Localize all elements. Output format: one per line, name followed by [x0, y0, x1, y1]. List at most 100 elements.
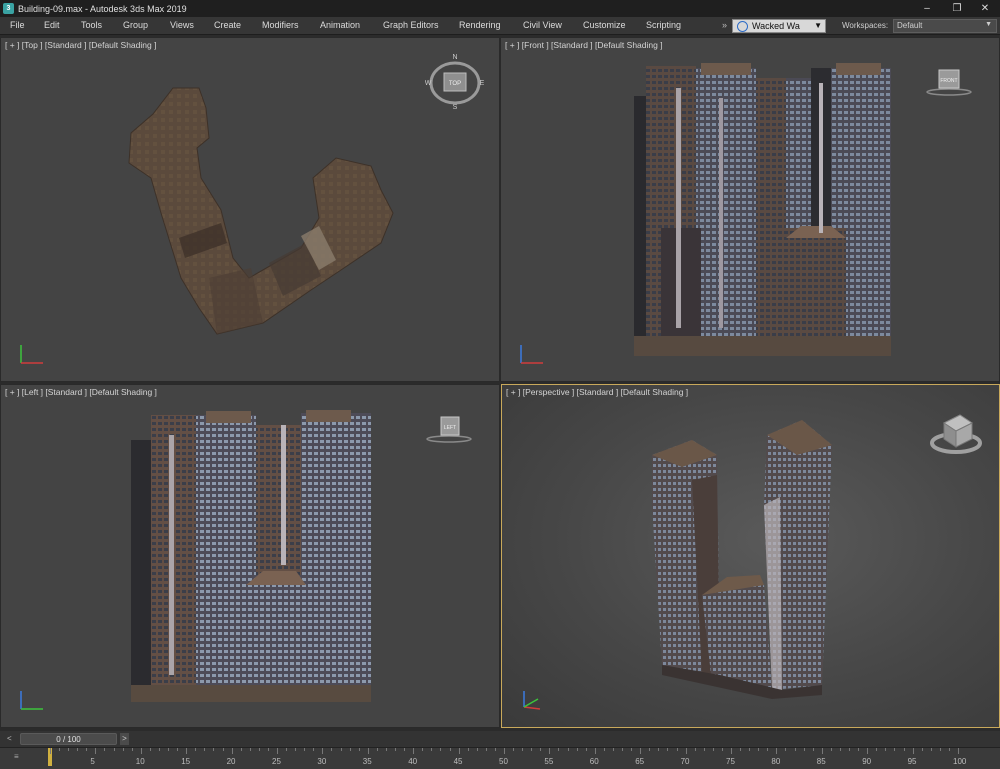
track-tick: [531, 748, 533, 751]
track-tick-label: 15: [181, 757, 191, 766]
track-tick: [258, 748, 260, 751]
track-tick: [358, 748, 360, 751]
track-tick: [576, 748, 578, 751]
maximize-button[interactable]: ❐: [942, 0, 972, 17]
viewport-left[interactable]: [ + ] [Left ] [Standard ] [Default Shadi…: [0, 384, 500, 728]
menu-overflow-icon[interactable]: »: [722, 20, 727, 30]
track-tick: [558, 748, 560, 751]
viewcube-left[interactable]: LEFT: [425, 413, 475, 447]
menu-modifiers[interactable]: Modifiers: [262, 20, 299, 30]
axis-gizmo-icon: [520, 345, 543, 364]
track-tick: [667, 748, 669, 751]
axis-gizmo-icon: [20, 345, 43, 364]
track-tick: [522, 748, 524, 751]
track-tick: [685, 748, 687, 754]
track-tick: [721, 748, 723, 751]
perspective-view-building: [652, 420, 832, 699]
viewport-front[interactable]: [ + ] [Front ] [Standard ] [Default Shad…: [500, 37, 1000, 382]
track-tick: [731, 748, 732, 754]
track-tick: [249, 748, 251, 751]
window-title: Building-09.max - Autodesk 3ds Max 2019: [18, 3, 187, 14]
workspaces-dropdown[interactable]: Default ▼: [893, 19, 997, 33]
user-name: Wacked Wa: [752, 21, 800, 31]
menu-group[interactable]: Group: [123, 20, 148, 30]
workspaces-value: Default: [897, 21, 923, 30]
menu-file[interactable]: File: [10, 20, 25, 30]
viewcube-top-label: TOP: [449, 81, 461, 87]
track-tick: [313, 748, 315, 751]
track-tick: [585, 748, 587, 751]
track-tick: [68, 748, 70, 751]
track-tick: [513, 748, 515, 751]
title-bar: 3 Building-09.max - Autodesk 3ds Max 201…: [0, 0, 1000, 17]
track-tick: [785, 748, 787, 751]
track-tick-label: 20: [226, 757, 236, 766]
track-tick: [140, 748, 142, 754]
track-tick: [676, 748, 678, 751]
menu-tools[interactable]: Tools: [81, 20, 102, 30]
chevron-down-icon: ▼: [814, 21, 822, 30]
track-tick: [703, 748, 705, 751]
viewcube-left-label: LEFT: [444, 425, 456, 431]
track-tick: [240, 748, 242, 751]
viewport-top[interactable]: [ + ] [Top ] [Standard ] [Default Shadin…: [0, 37, 500, 382]
track-tick: [449, 748, 451, 751]
track-tick: [485, 748, 487, 751]
track-tick: [649, 748, 651, 751]
track-tick: [767, 748, 769, 751]
track-bar[interactable]: ≡ 5 10 15 20 25 30 35 40 45 50 55 60 65 70 75 80 85 90 95 1…: [0, 747, 1000, 769]
track-tick-label: 95: [907, 757, 917, 766]
menu-views[interactable]: Views: [170, 20, 194, 30]
track-tick: [622, 748, 624, 751]
close-button[interactable]: ✕: [970, 0, 1000, 17]
track-tick: [740, 748, 742, 751]
menu-civil-view[interactable]: Civil View: [523, 20, 562, 30]
track-tick: [467, 748, 469, 751]
track-tick: [540, 748, 542, 751]
track-tick-label: 75: [726, 757, 735, 766]
track-tick: [349, 748, 351, 751]
track-tick: [131, 748, 133, 751]
menu-rendering[interactable]: Rendering: [459, 20, 501, 30]
time-next-button[interactable]: >: [120, 733, 129, 745]
track-tick-label: 35: [362, 757, 372, 766]
track-tick: [948, 748, 950, 751]
menu-customize[interactable]: Customize: [583, 20, 626, 30]
track-tick: [921, 748, 923, 751]
track-tick: [794, 748, 796, 751]
track-tick: [440, 748, 442, 751]
track-tick: [204, 748, 206, 751]
track-tick-label: 50: [499, 757, 508, 766]
track-tick: [612, 748, 614, 751]
track-tick: [77, 748, 79, 751]
track-tick: [186, 748, 188, 754]
compass-east: E: [480, 80, 485, 87]
user-account-dropdown[interactable]: Wacked Wa ▼: [732, 19, 826, 33]
track-tick-label: 85: [816, 757, 826, 766]
viewcube-compass[interactable]: TOP N E S W: [425, 51, 489, 111]
time-prev-button[interactable]: <: [7, 734, 12, 743]
track-bar-menu-icon[interactable]: ≡: [14, 752, 19, 761]
viewport-perspective[interactable]: [ + ] [Perspective ] [Standard ] [Defaul…: [501, 384, 1000, 728]
user-icon: [737, 20, 748, 32]
minimize-button[interactable]: –: [912, 0, 942, 17]
track-tick: [286, 748, 288, 751]
viewcube-perspective[interactable]: [926, 409, 984, 459]
menu-graph-editors[interactable]: Graph Editors: [383, 20, 439, 30]
track-tick: [195, 748, 197, 751]
time-slider[interactable]: 0 / 100: [20, 733, 117, 745]
menu-edit[interactable]: Edit: [44, 20, 60, 30]
track-tick: [367, 748, 369, 754]
track-tick: [839, 748, 841, 751]
menu-create[interactable]: Create: [214, 20, 241, 30]
track-tick: [158, 748, 160, 751]
menu-scripting[interactable]: Scripting: [646, 20, 681, 30]
track-tick: [458, 748, 460, 754]
track-tick: [122, 748, 124, 751]
workspaces-label: Workspaces:: [842, 21, 889, 30]
viewcube-front[interactable]: FRONT: [925, 66, 975, 100]
track-tick: [876, 748, 878, 751]
menu-animation[interactable]: Animation: [320, 20, 360, 30]
track-tick-label: 100: [953, 757, 967, 766]
compass-west: W: [425, 80, 432, 87]
